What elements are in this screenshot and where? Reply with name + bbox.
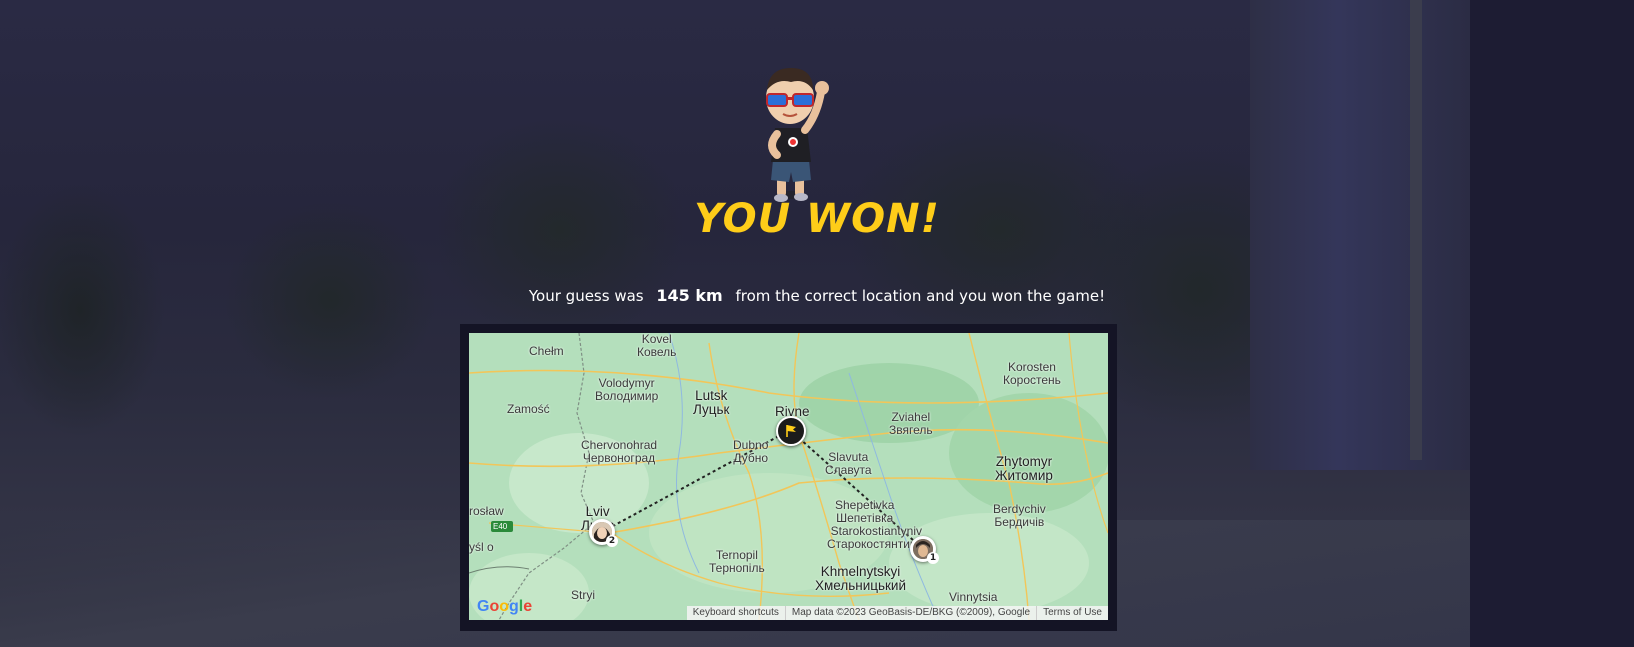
player-rank-badge: 1 — [927, 552, 939, 564]
result-message: Your guess was 145 km from the correct l… — [0, 286, 1634, 305]
city-label: Vinnytsia — [949, 590, 998, 604]
guess-distance: 145 km — [656, 286, 723, 305]
player-guess-pin[interactable]: 2 — [589, 519, 618, 547]
city-label: Ternopil Тернопіль — [709, 548, 765, 575]
result-map-frame: Chełm Kovel Ковель Volodymyr Володимир Lut… — [460, 324, 1117, 631]
map-data-text: Map data ©2023 GeoBasis-DE/BKG (©2009), … — [784, 606, 1036, 620]
message-after: from the correct location and you won th… — [735, 287, 1106, 305]
terms-of-use-link[interactable]: Terms of Use — [1036, 606, 1108, 620]
city-label: Zviahel Звягель — [889, 410, 933, 437]
right-panel — [1470, 0, 1634, 647]
city-label: Slavuta Славута — [825, 450, 872, 477]
winner-avatar — [766, 68, 829, 202]
city-label: yśl o — [469, 540, 494, 554]
result-map[interactable]: Chełm Kovel Ковель Volodymyr Володимир Lut… — [469, 333, 1108, 620]
keyboard-shortcuts-link[interactable]: Keyboard shortcuts — [687, 606, 785, 620]
city-label: Khmelnytskyi Хмельницький — [815, 564, 907, 593]
result-title: YOU WON! — [694, 196, 940, 242]
city-label: Chełm — [529, 344, 564, 358]
message-before: Your guess was — [528, 287, 644, 305]
city-label: rosław — [469, 504, 504, 518]
city-label: Zamość — [507, 402, 550, 416]
player-guess-pin[interactable]: 1 — [910, 536, 939, 564]
city-label: Kovel Ковель — [637, 333, 677, 359]
correct-location-pin[interactable] — [776, 416, 806, 446]
flag-icon — [786, 425, 796, 437]
city-label: Stryi — [571, 588, 595, 602]
city-label: Chervonohrad Червоноград — [581, 438, 658, 465]
city-label: Zhytomyr Житомир — [995, 454, 1053, 483]
city-label: Berdychiv Бердичів — [993, 502, 1046, 529]
city-label: Volodymyr Володимир — [595, 376, 659, 403]
road-shield-e40: E40 — [493, 522, 508, 531]
city-label: Shepetivka Шепетівка — [835, 498, 895, 525]
city-label: Lutsk Луцьк — [693, 388, 730, 417]
city-label: Dubno Дубно — [733, 438, 769, 465]
map-attribution-bar: Keyboard shortcuts Map data ©2023 GeoBas… — [686, 606, 1108, 620]
city-label: Korosten Коростень — [1003, 360, 1061, 387]
google-logo[interactable]: Google — [477, 598, 532, 616]
player-rank-badge: 2 — [606, 535, 618, 547]
